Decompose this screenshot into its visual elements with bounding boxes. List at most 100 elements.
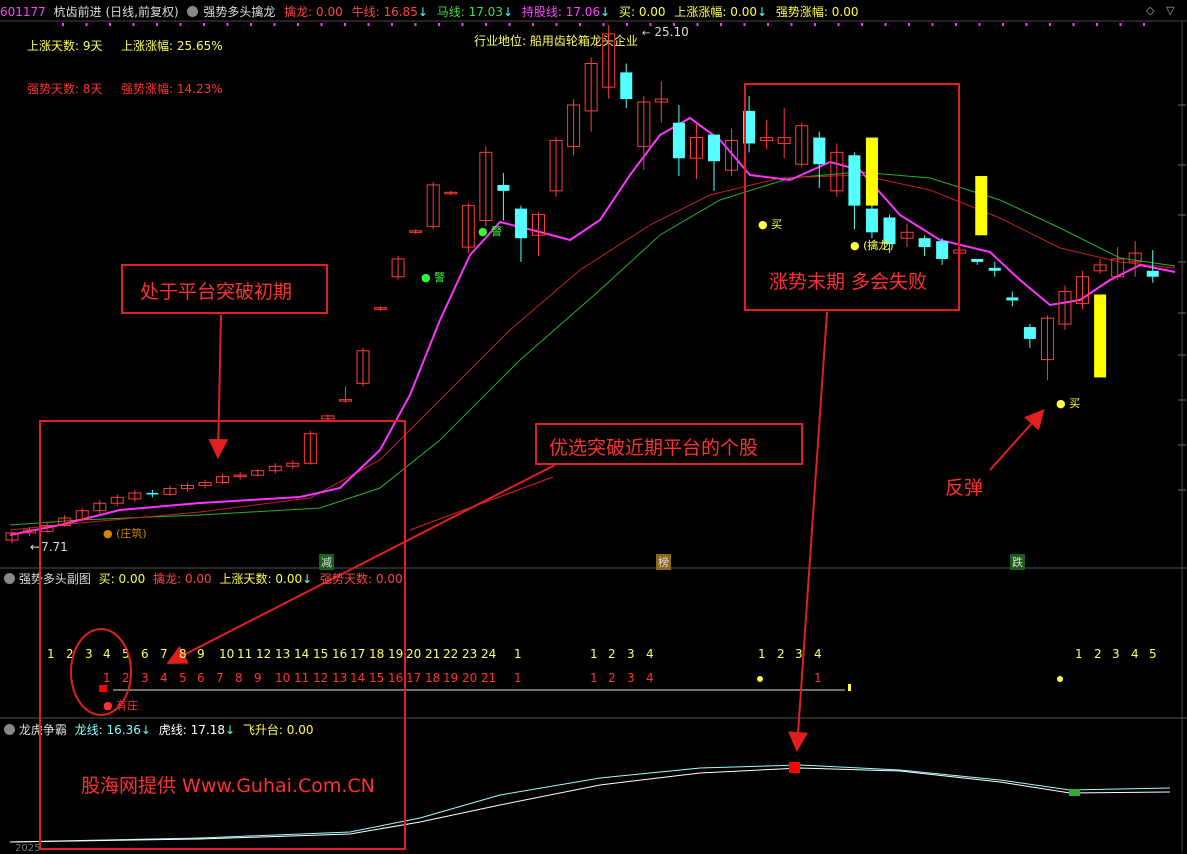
warning-signal-1: ● 警	[421, 271, 446, 284]
top-dot-marker	[1119, 23, 1122, 26]
strong-day-count: 18	[425, 671, 441, 685]
top-dot-marker	[226, 23, 229, 26]
top-dot-marker	[485, 23, 487, 26]
annotation-source: 股海网提供 Www.Guhai.Com.CN	[81, 775, 375, 797]
event-tag-bang[interactable]: 榜	[656, 554, 671, 570]
top-dot-marker	[602, 23, 605, 26]
annotation-late-trend: 涨势末期 多会失败	[769, 271, 928, 293]
top-dot-marker	[203, 23, 205, 26]
up-day-count: 3	[627, 647, 635, 661]
yellow-dot	[1057, 676, 1063, 682]
top-dot-marker	[978, 23, 981, 26]
candle-body	[1023, 327, 1036, 339]
event-tag-die[interactable]: 跌	[1010, 554, 1025, 570]
up-day-count: 1	[514, 647, 522, 661]
top-dot-marker	[85, 23, 88, 26]
strong-day-count: 2	[608, 671, 616, 685]
up-day-count: 1	[1075, 647, 1083, 661]
up-day-count: 20	[406, 647, 422, 661]
top-dot-marker	[1143, 23, 1145, 26]
top-dot-marker	[1072, 23, 1075, 26]
strong-day-count: 1	[814, 671, 822, 685]
high-price-arrow: ←	[642, 28, 651, 39]
arrow-rebound	[989, 409, 1045, 471]
buy-signal-2: ● 买	[1056, 397, 1081, 410]
strong-day-count: 17	[406, 671, 422, 685]
strong-day-count: 21	[481, 671, 497, 685]
top-dot-marker	[743, 23, 746, 26]
top-dot-marker	[790, 23, 793, 26]
top-dot-marker	[696, 23, 699, 26]
top-dot-marker	[367, 23, 370, 26]
top-dot-marker	[461, 23, 464, 26]
up-day-count: 5	[1149, 647, 1157, 661]
up-day-count: 2	[608, 647, 616, 661]
up-day-count: 4	[1131, 647, 1139, 661]
top-dot-marker	[508, 23, 511, 26]
candle-body	[1006, 297, 1019, 301]
top-dot-marker	[273, 23, 276, 26]
annotation-circle	[70, 628, 132, 716]
sub1-settings-icon[interactable]	[4, 573, 15, 584]
candle-body	[497, 184, 510, 191]
annotation-prefer-recent: 优选突破近期平台的个股	[549, 437, 759, 459]
top-dot-marker	[555, 23, 558, 26]
yellow-dot	[757, 676, 763, 682]
candle-body	[1146, 270, 1159, 277]
strong-day-count: 4	[646, 671, 654, 685]
candle-body	[988, 267, 1001, 271]
up-day-count: 22	[443, 647, 459, 661]
arrow-late-trend	[788, 311, 828, 752]
top-dot-marker	[1002, 23, 1004, 26]
up-day-count: 23	[462, 647, 478, 661]
candle-body	[971, 258, 984, 262]
warning-signal-2-label: 警	[491, 225, 503, 238]
strong-day-count: 1	[514, 671, 522, 685]
top-dot-marker	[579, 23, 581, 26]
candle-body	[708, 134, 720, 162]
year-label: 2025	[15, 843, 41, 854]
up-day-count: 2	[1094, 647, 1102, 661]
green-marker	[1069, 789, 1080, 796]
top-dot-marker	[62, 23, 64, 26]
top-dot-marker	[1025, 23, 1028, 26]
top-dot-marker	[438, 23, 440, 26]
top-dot-marker	[344, 23, 346, 26]
annotation-platform-early: 处于平台突破初期	[140, 281, 293, 303]
top-dot-marker	[132, 23, 135, 26]
strong-day-count: 20	[462, 671, 478, 685]
top-dot-marker	[837, 23, 840, 26]
top-dot-marker	[861, 23, 863, 26]
top-dot-marker	[109, 23, 111, 26]
candle-body	[620, 72, 633, 100]
top-dot-marker	[884, 23, 887, 26]
top-dot-marker	[720, 23, 722, 26]
up-day-count: 1	[590, 647, 598, 661]
top-dot-marker	[908, 23, 910, 26]
top-dot-marker	[250, 23, 252, 26]
warning-signal-1-label: 警	[434, 271, 446, 284]
top-dot-marker	[391, 23, 393, 26]
up-day-count: 21	[425, 647, 441, 661]
top-dot-marker	[1049, 23, 1051, 26]
peak-marker	[789, 762, 800, 773]
high-price-value: 25.10	[654, 25, 689, 39]
high-price-mark: ← 25.10	[642, 25, 689, 39]
up-day-count: 4	[646, 647, 654, 661]
top-dot-marker	[626, 23, 628, 26]
up-day-count: 24	[481, 647, 497, 661]
top-dot-marker	[320, 23, 323, 26]
candle-body	[514, 208, 527, 239]
top-dot-marker	[814, 23, 816, 26]
annotation-rebound: 反弹	[945, 477, 984, 499]
warning-signal-2: ● 警	[478, 225, 503, 238]
up-day-count: 4	[814, 647, 822, 661]
sub2-settings-icon[interactable]	[4, 724, 15, 735]
up-day-count: 3	[795, 647, 803, 661]
top-dot-marker	[532, 23, 534, 26]
top-dot-marker	[931, 23, 934, 26]
top-dot-marker	[179, 23, 182, 26]
up-day-count: 2	[777, 647, 785, 661]
candle-body	[672, 122, 685, 159]
strong-day-count: 1	[590, 671, 598, 685]
